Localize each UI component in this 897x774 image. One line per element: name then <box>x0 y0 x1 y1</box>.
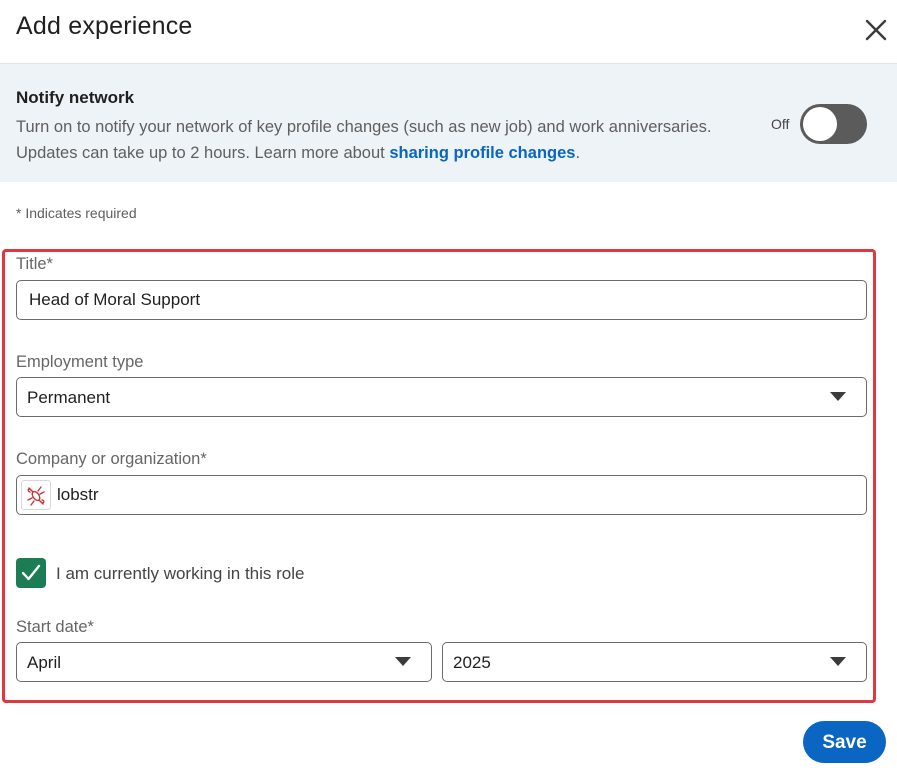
current-role-label: I am currently working in this role <box>56 564 305 583</box>
start-year-select[interactable]: 2025 <box>442 642 867 682</box>
notify-network-panel: Notify network Turn on to notify your ne… <box>0 64 897 182</box>
lobster-logo-icon <box>21 480 51 510</box>
notify-network-title: Notify network <box>16 88 135 107</box>
title-input[interactable] <box>16 280 867 320</box>
employment-type-value: Permanent <box>27 388 111 407</box>
dialog-header: Add experience <box>0 0 897 64</box>
toggle-knob <box>803 107 837 141</box>
current-role-checkbox[interactable] <box>16 558 46 588</box>
save-button[interactable]: Save <box>803 721 886 763</box>
start-date-label: Start date* <box>16 618 94 636</box>
notify-description-end: . <box>575 144 581 162</box>
start-month-select[interactable]: April <box>16 642 432 682</box>
chevron-down-icon <box>830 657 846 666</box>
start-month-value: April <box>27 653 62 672</box>
chevron-down-icon <box>830 392 846 401</box>
title-label: Title* <box>16 255 53 273</box>
notify-network-toggle[interactable] <box>800 104 867 144</box>
chevron-down-icon <box>395 657 411 666</box>
add-experience-dialog: Add experience Notify network Turn on to… <box>0 0 897 774</box>
company-label: Company or organization* <box>16 450 207 468</box>
notify-description-line1: Turn on to notify your network of key pr… <box>16 118 712 136</box>
checkmark-icon <box>21 564 41 581</box>
toggle-state-label: Off <box>771 116 790 132</box>
dialog-title: Add experience <box>16 12 193 40</box>
start-year-value: 2025 <box>453 653 491 672</box>
close-icon <box>865 19 887 41</box>
required-note: * Indicates required <box>16 205 137 221</box>
sharing-profile-changes-link[interactable]: sharing profile changes <box>389 144 575 162</box>
company-value: lobstr <box>57 485 99 504</box>
company-input[interactable]: lobstr <box>16 475 867 515</box>
close-button[interactable] <box>860 14 892 46</box>
notify-network-description: Turn on to notify your network of key pr… <box>16 114 766 166</box>
notify-description-line2: Updates can take up to 2 hours. Learn mo… <box>16 144 390 162</box>
employment-type-label: Employment type <box>16 353 144 371</box>
employment-type-select[interactable]: Permanent <box>16 377 867 417</box>
